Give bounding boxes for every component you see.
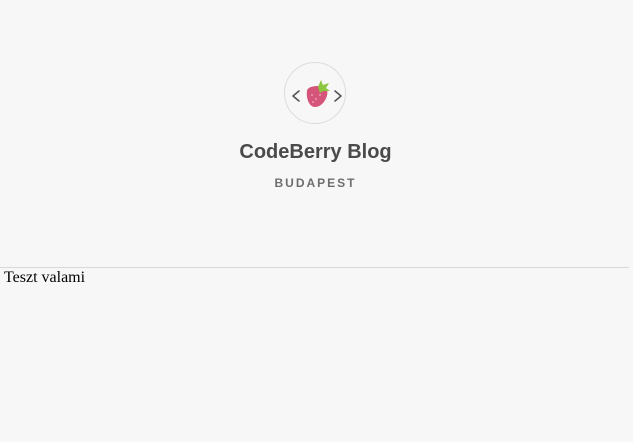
- page: CodeBerry Blog BUDAPEST Teszt valami: [0, 0, 633, 442]
- blog-title[interactable]: CodeBerry Blog: [0, 140, 631, 164]
- blog-header: CodeBerry Blog BUDAPEST: [0, 0, 633, 267]
- codeberry-logo[interactable]: [284, 62, 346, 124]
- header-divider: [0, 267, 629, 268]
- post-content-text: Teszt valami: [4, 269, 86, 286]
- blog-subtitle: BUDAPEST: [274, 176, 357, 190]
- codeberry-strawberry-code-icon: [292, 80, 342, 107]
